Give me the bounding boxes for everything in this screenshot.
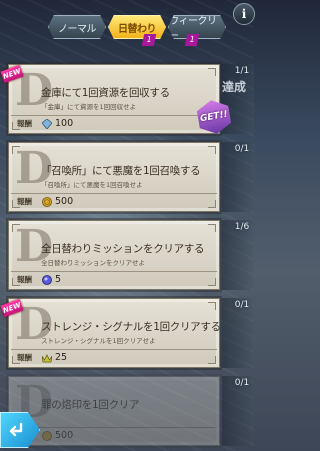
diamond-icon [42,118,52,129]
mission-list[interactable]: D 金庫にて1回資源を回収する 「金庫」にて資源を1回回収せよ 報酬 100 1… [0,56,254,451]
mission-card-4[interactable]: D ストレンジ・シグナルを1回クリアする ストレンジ・シグナルを1回クリアせよ … [8,298,221,368]
reward-amount: 100 [55,118,74,129]
reward-bar: 報酬 500 [11,427,217,443]
card-corner [208,146,216,154]
mission-progress: 0/1 [234,144,250,154]
crown-icon [42,353,52,363]
reward-bar: 報酬 500 [11,193,217,209]
mission-title: 金庫にて1回資源を回収する [41,87,170,99]
mission-card-2[interactable]: D 「召喚所」にて悪魔を1回召喚する 「召喚所」にて悪魔を1回召喚せよ 報酬 5… [8,142,220,212]
mission-title: 「召喚所」にて悪魔を1回召喚する [41,165,201,177]
mission-progress: 1/1 [234,66,250,76]
mission-title: ストレンジ・シグナルを1回クリアする [41,321,221,333]
tab-normal-label: ノーマル [58,23,97,35]
reward-label: 報酬 [17,197,32,206]
card-corner [208,68,216,76]
reward-bar: 報酬 25 [11,349,217,365]
mission-title: 罪の烙印を1回クリア [41,399,140,411]
reward-amount: 500 [55,430,74,441]
reward-bar: 報酬 5 [11,271,217,287]
coin-icon [42,430,52,441]
mission-card-5[interactable]: D 罪の烙印を1回クリア 報酬 500 [8,376,220,446]
tab-normal[interactable]: ノーマル [48,15,106,39]
mission-progress: 0/1 [234,378,250,388]
tab-daily[interactable]: 日替わり [108,15,166,39]
tab-daily-badge: 1 [141,34,157,46]
mission-tab-bar: ノーマル 日替わり 1 ウィークリー 1 i [0,0,255,48]
mission-progress: 0/1 [234,300,250,310]
tab-weekly-badge: 1 [184,34,200,46]
mission-subtitle: 「召喚所」にて悪魔を1回召喚せよ [41,181,143,189]
mission-progress: 1/6 [234,222,250,232]
reward-label: 報酬 [17,119,32,128]
mission-title: 全日替わりミッションをクリアする [41,243,205,255]
mission-card-1[interactable]: D 金庫にて1回資源を回収する 「金庫」にて資源を1回回収せよ 報酬 100 [8,64,220,134]
info-button[interactable]: i [233,3,255,25]
reward-amount: 5 [55,274,62,285]
gem-icon [42,274,52,285]
reward-amount: 25 [55,352,68,363]
mission-subtitle: 全日替わりミッションをクリアせよ [41,259,145,267]
mission-subtitle: 「金庫」にて資源を1回回収せよ [41,103,137,111]
achieved-stamp: 達成 [222,80,247,94]
back-arrow-icon [9,422,23,437]
info-icon: i [241,7,247,21]
reward-bar: 報酬 100 [11,115,217,131]
coin-icon [42,196,52,207]
reward-label: 報酬 [17,353,32,362]
reward-amount: 500 [55,196,74,207]
reward-label: 報酬 [17,275,32,284]
mission-subtitle: ストレンジ・シグナルを1回クリアせよ [41,337,156,345]
card-corner [208,224,216,232]
tab-daily-label: 日替わり [118,23,157,35]
mission-card-3[interactable]: D 全日替わりミッションをクリアする 全日替わりミッションをクリアせよ 報酬 5 [8,220,220,290]
card-corner [208,302,216,310]
